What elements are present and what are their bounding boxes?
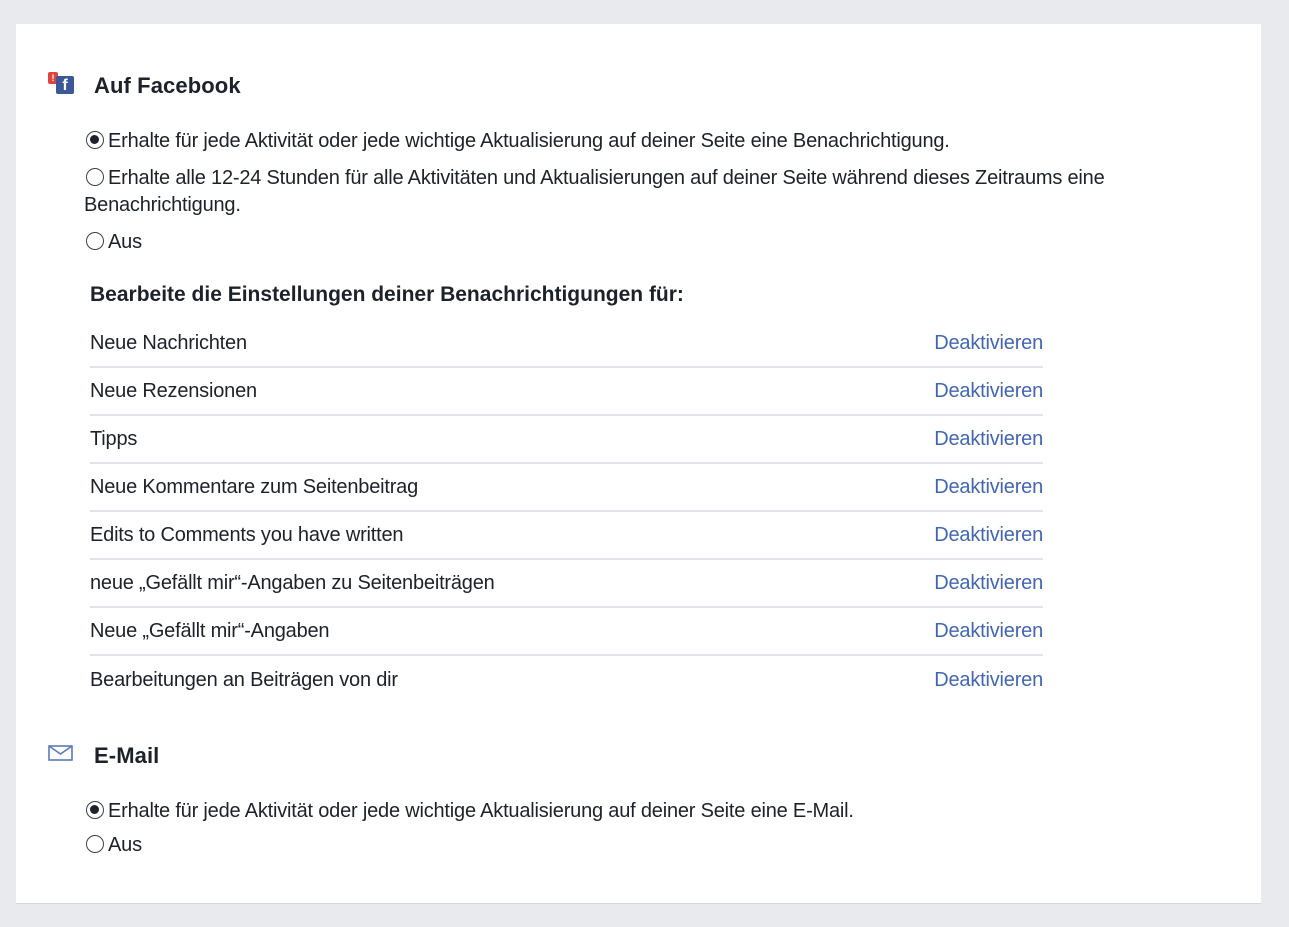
notification-type-label: Tipps	[90, 427, 138, 450]
radio-button-selected[interactable]	[86, 801, 104, 819]
list-item: Neue Nachrichten Deaktivieren	[90, 320, 1043, 368]
facebook-option-digest-label: Erhalte alle 12-24 Stunden für alle Akti…	[84, 167, 1105, 216]
email-option-all[interactable]: Erhalte für jede Aktivität oder jede wic…	[86, 798, 854, 825]
notification-type-label: neue „Gefällt mir“-Angaben zu Seitenbeit…	[90, 571, 495, 594]
notification-settings-heading: Bearbeite die Einstellungen deiner Benac…	[90, 283, 684, 306]
deactivate-link[interactable]: Deaktivieren	[934, 476, 1043, 499]
deactivate-link[interactable]: Deaktivieren	[934, 572, 1043, 595]
list-item: Tipps Deaktivieren	[90, 416, 1043, 464]
deactivate-link[interactable]: Deaktivieren	[934, 620, 1043, 643]
list-item: neue „Gefällt mir“-Angaben zu Seitenbeit…	[90, 560, 1043, 608]
email-section-title: E-Mail	[94, 743, 160, 768]
deactivate-link[interactable]: Deaktivieren	[934, 524, 1043, 547]
radio-button[interactable]	[86, 168, 104, 186]
notification-type-label: Edits to Comments you have written	[90, 523, 404, 546]
facebook-option-off[interactable]: Aus	[86, 229, 142, 256]
list-item: Neue Rezensionen Deaktivieren	[90, 368, 1043, 416]
facebook-option-digest[interactable]: Erhalte alle 12-24 Stunden für alle Akti…	[84, 165, 1244, 219]
email-section-header: E-Mail	[46, 742, 159, 770]
list-item: Bearbeitungen an Beiträgen von dir Deakt…	[90, 656, 1043, 704]
email-option-off[interactable]: Aus	[86, 832, 142, 859]
radio-button[interactable]	[86, 835, 104, 853]
email-option-all-label: Erhalte für jede Aktivität oder jede wic…	[108, 800, 854, 822]
deactivate-link[interactable]: Deaktivieren	[934, 428, 1043, 451]
notification-type-label: Neue Kommentare zum Seitenbeitrag	[90, 475, 419, 498]
notification-type-label: Neue Nachrichten	[90, 331, 247, 354]
deactivate-link[interactable]: Deaktivieren	[934, 669, 1043, 692]
list-item: Neue „Gefällt mir“-Angaben Deaktivieren	[90, 608, 1043, 656]
facebook-notification-icon: ! f	[46, 72, 76, 100]
notification-type-label: Neue „Gefällt mir“-Angaben	[90, 619, 330, 642]
facebook-option-all[interactable]: Erhalte für jede Aktivität oder jede wic…	[86, 128, 950, 155]
facebook-option-off-label: Aus	[108, 231, 142, 253]
notification-type-label: Bearbeitungen an Beiträgen von dir	[90, 668, 398, 691]
deactivate-link[interactable]: Deaktivieren	[934, 380, 1043, 403]
notification-types-list: Neue Nachrichten Deaktivieren Neue Rezen…	[90, 320, 1043, 704]
notification-type-label: Neue Rezensionen	[90, 379, 257, 402]
facebook-section-header: ! f Auf Facebook	[46, 72, 241, 100]
list-item: Neue Kommentare zum Seitenbeitrag Deakti…	[90, 464, 1043, 512]
radio-button[interactable]	[86, 232, 104, 250]
email-option-off-label: Aus	[108, 834, 142, 856]
radio-button-selected[interactable]	[86, 131, 104, 149]
notifications-panel: ! f Auf Facebook Erhalte für jede Aktivi…	[16, 24, 1261, 904]
facebook-section-title: Auf Facebook	[94, 73, 241, 98]
deactivate-link[interactable]: Deaktivieren	[934, 332, 1043, 355]
envelope-icon-svg	[48, 745, 73, 761]
list-item: Edits to Comments you have written Deakt…	[90, 512, 1043, 560]
facebook-logo-icon: f	[56, 76, 74, 94]
envelope-icon	[46, 742, 76, 770]
facebook-option-all-label: Erhalte für jede Aktivität oder jede wic…	[108, 130, 950, 152]
